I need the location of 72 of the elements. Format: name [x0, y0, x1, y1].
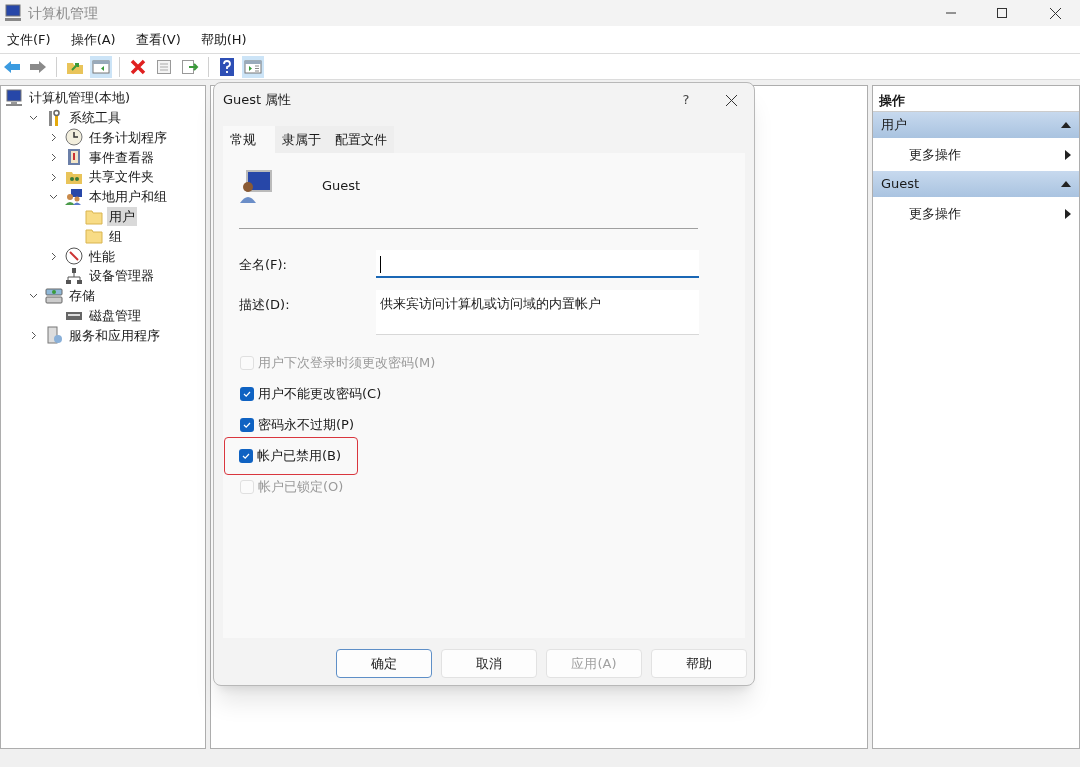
storage-icon	[45, 286, 63, 305]
full-name-field[interactable]	[376, 250, 699, 278]
device-tree-icon	[65, 267, 83, 286]
checkbox-label: 用户下次登录时须更改密码(M)	[258, 354, 436, 373]
folder-icon	[85, 228, 103, 245]
help-book-icon	[220, 57, 234, 76]
clock-icon	[65, 128, 83, 147]
gauge-icon	[65, 247, 83, 266]
event-log-icon	[65, 148, 83, 167]
submenu-arrow-icon	[1065, 208, 1071, 219]
action-section-header[interactable]: Guest	[873, 171, 1079, 197]
submenu-arrow-icon	[1065, 149, 1071, 160]
menu-item[interactable]: 帮助(H)	[195, 29, 252, 50]
collapse-triangle-icon	[1061, 122, 1071, 128]
forward-arrow-icon	[29, 59, 47, 74]
checkmark-icon	[242, 420, 252, 430]
checkbox[interactable]	[239, 449, 253, 463]
dialog-button[interactable]: 确定	[336, 649, 432, 678]
checkbox-label: 密码永不过期(P)	[258, 416, 354, 435]
user-name: Guest	[322, 177, 361, 196]
app-icon	[4, 4, 22, 22]
tree-item[interactable]: 服务和应用程序	[67, 325, 162, 346]
users-group-icon	[65, 187, 83, 206]
export-list-icon	[181, 58, 199, 75]
action-section-header[interactable]: 用户	[873, 112, 1079, 138]
dialog-button[interactable]: 帮助	[651, 649, 747, 678]
action-item[interactable]: 更多操作	[873, 197, 1079, 230]
dialog-title: Guest 属性	[223, 91, 292, 110]
checkbox-label: 帐户已禁用(B)	[257, 447, 342, 466]
checkbox[interactable]	[240, 418, 254, 432]
section-title: Guest	[881, 175, 920, 194]
tree-item[interactable]: 设备管理器	[87, 266, 156, 286]
tree-item[interactable]: 用户	[107, 206, 137, 227]
tab[interactable]: 配置文件	[328, 126, 394, 153]
user-computer-icon	[239, 169, 273, 203]
description-field[interactable]: 供来宾访问计算机或访问域的内置帐户	[376, 290, 699, 335]
menu-item[interactable]: 查看(V)	[130, 29, 186, 50]
delete-x-icon	[130, 58, 146, 75]
console-tree-icon	[92, 58, 110, 75]
window-title: 计算机管理	[28, 3, 98, 23]
tree-item[interactable]: 组	[107, 226, 124, 247]
tree-item[interactable]: 事件查看器	[87, 147, 156, 168]
tree-item[interactable]: 系统工具	[67, 107, 123, 128]
collapse-triangle-icon	[1061, 181, 1071, 187]
dialog-button[interactable]: 取消	[441, 649, 537, 678]
tree-item[interactable]: 磁盘管理	[87, 305, 143, 326]
tab[interactable]: 隶属于	[275, 126, 328, 153]
computer-icon	[5, 88, 23, 107]
tree-item[interactable]: 计算机管理(本地)	[27, 88, 133, 108]
tree-item[interactable]: 本地用户和组	[87, 187, 169, 207]
properties-icon	[156, 58, 172, 75]
checkbox-label: 帐户已锁定(O)	[258, 478, 344, 497]
menu-item[interactable]: 操作(A)	[65, 29, 121, 50]
tab[interactable]: 常规	[223, 126, 275, 153]
checkmark-icon	[241, 451, 251, 461]
checkbox-label: 用户不能更改密码(C)	[258, 385, 382, 404]
back-arrow-icon	[3, 59, 21, 74]
tree-item[interactable]: 存储	[67, 286, 97, 306]
field-label: 全名(F):	[239, 256, 288, 274]
action-item[interactable]: 更多操作	[873, 138, 1079, 171]
action-pane-icon	[244, 58, 262, 75]
checkbox[interactable]	[240, 387, 254, 401]
checkmark-icon	[242, 389, 252, 399]
field-label: 描述(D):	[239, 296, 291, 314]
section-title: 用户	[881, 116, 907, 135]
help-button[interactable]: ?	[664, 85, 708, 115]
menu-item[interactable]: 文件(F)	[2, 29, 56, 50]
tree-item[interactable]: 任务计划程序	[87, 127, 169, 148]
server-icon	[45, 326, 63, 345]
tree-item[interactable]: 共享文件夹	[87, 167, 156, 187]
folder-icon	[85, 208, 103, 225]
tree-item[interactable]: 性能	[87, 246, 117, 266]
